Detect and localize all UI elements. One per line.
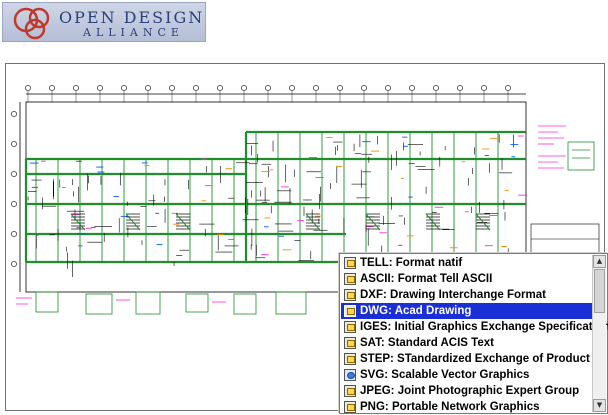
document-icon bbox=[344, 321, 356, 333]
format-label: DWG: Acad Drawing bbox=[360, 305, 472, 317]
format-list-item[interactable]: DWG: Acad Drawing bbox=[341, 303, 594, 319]
format-list-item[interactable]: PNG: Portable Network Graphics bbox=[341, 399, 594, 415]
scroll-up-button[interactable]: ▲ bbox=[593, 255, 606, 268]
document-icon bbox=[344, 257, 356, 269]
format-label: JPEG: Joint Photographic Expert Group bbox=[360, 385, 580, 397]
document-icon bbox=[344, 353, 356, 365]
format-list-item[interactable]: SAT: Standard ACIS Text bbox=[341, 335, 594, 351]
format-label: SVG: Scalable Vector Graphics bbox=[360, 369, 530, 381]
scroll-down-button[interactable]: ▼ bbox=[593, 399, 606, 412]
logo-title: OPEN DESIGN bbox=[59, 8, 205, 27]
format-list-item[interactable]: SVG: Scalable Vector Graphics bbox=[341, 367, 594, 383]
file-format-list[interactable]: TELL: Format natif ASCII: Format Tell ASC… bbox=[339, 253, 608, 414]
interlocking-rings-icon bbox=[13, 7, 50, 40]
document-icon bbox=[344, 401, 356, 413]
format-label: PNG: Portable Network Graphics bbox=[360, 401, 540, 413]
oda-logo: OPEN DESIGN ALLIANCE bbox=[2, 2, 206, 42]
list-scrollbar[interactable]: ▲ ▼ bbox=[592, 255, 606, 412]
document-icon bbox=[344, 337, 356, 349]
format-list-item[interactable]: TELL: Format natif bbox=[341, 255, 594, 271]
format-label: STEP: STandardized Exchange of Product bbox=[360, 353, 590, 365]
document-icon bbox=[344, 273, 356, 285]
format-label: SAT: Standard ACIS Text bbox=[360, 337, 494, 349]
svg-icon bbox=[344, 369, 356, 381]
format-list-item[interactable]: ASCII: Format Tell ASCII bbox=[341, 271, 594, 287]
format-label: DXF: Drawing Interchange Format bbox=[360, 289, 546, 301]
format-list-item[interactable]: IGES: Initial Graphics Exchange Specific… bbox=[341, 319, 608, 335]
document-icon bbox=[344, 289, 356, 301]
scroll-thumb[interactable] bbox=[594, 269, 605, 313]
format-label: TELL: Format natif bbox=[360, 257, 463, 269]
format-list-item[interactable]: DXF: Drawing Interchange Format bbox=[341, 287, 594, 303]
format-label: IGES: Initial Graphics Exchange Specific… bbox=[360, 321, 608, 333]
document-icon bbox=[344, 305, 356, 317]
format-list-item[interactable]: JPEG: Joint Photographic Expert Group bbox=[341, 383, 594, 399]
format-list-item[interactable]: STEP: STandardized Exchange of Product bbox=[341, 351, 594, 367]
document-icon bbox=[344, 385, 356, 397]
format-items: TELL: Format natif ASCII: Format Tell ASC… bbox=[341, 255, 608, 415]
format-label: ASCII: Format Tell ASCII bbox=[360, 273, 493, 285]
logo-subtitle: ALLIANCE bbox=[83, 26, 184, 39]
